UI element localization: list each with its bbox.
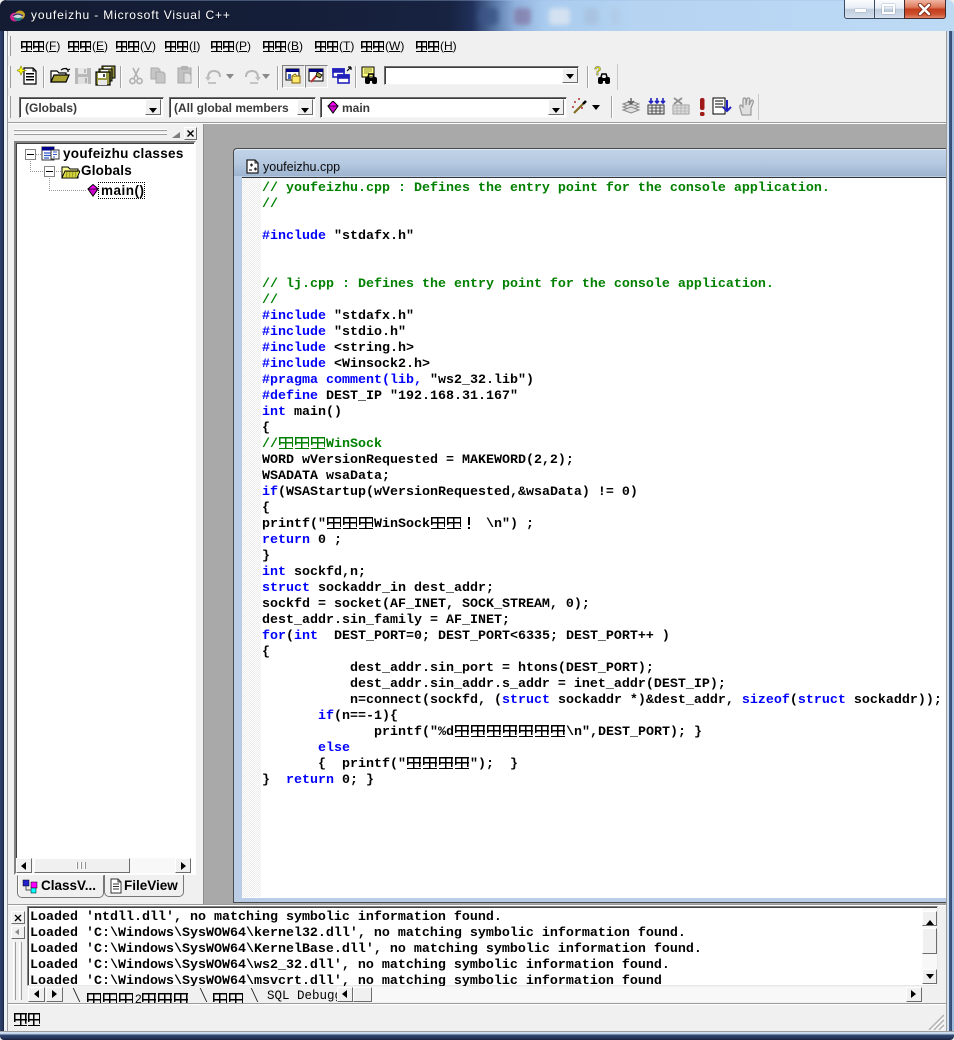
svg-text:?: ? — [594, 64, 601, 78]
